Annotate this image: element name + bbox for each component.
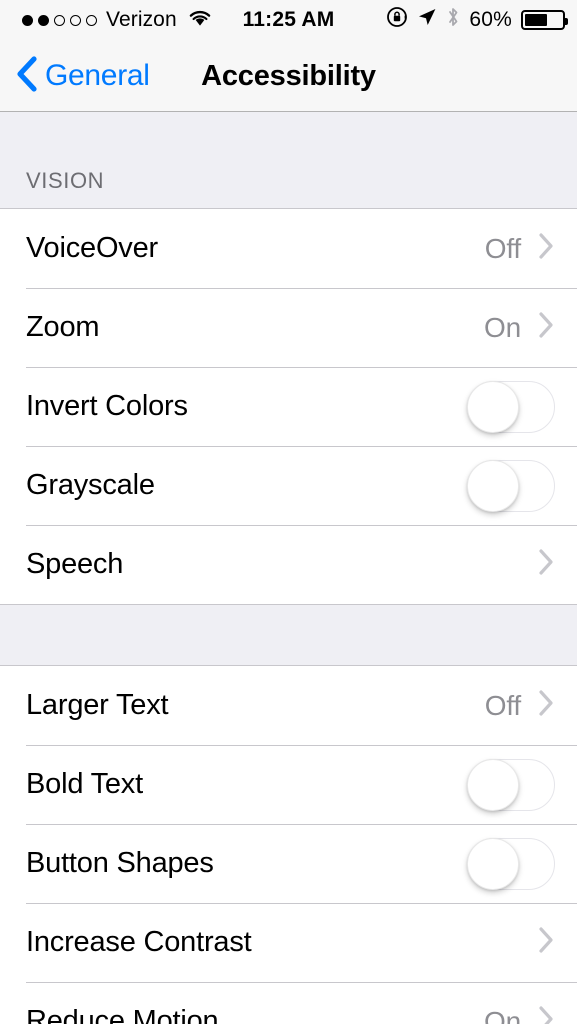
- signal-dot-5: [86, 14, 97, 26]
- row-invert-colors[interactable]: Invert Colors: [0, 367, 577, 446]
- row-accessory: On: [484, 1004, 555, 1024]
- row-value: On: [484, 1005, 521, 1024]
- row-accessory: [467, 758, 555, 811]
- carrier-label: Verizon: [106, 8, 177, 31]
- navigation-bar: General Accessibility: [0, 40, 577, 112]
- row-zoom[interactable]: Zoom On: [0, 288, 577, 367]
- chevron-right-icon: [537, 688, 555, 723]
- row-voiceover[interactable]: VoiceOver Off: [0, 209, 577, 288]
- accessibility-settings-screen: Verizon 11:25 AM 60% General Accessibili…: [0, 0, 577, 1024]
- row-accessory: [467, 459, 555, 512]
- section-group-vision: VoiceOver Off Zoom On Invert Colors Gray…: [0, 209, 577, 604]
- row-label: Speech: [26, 548, 124, 580]
- signal-dot-2: [38, 14, 49, 26]
- bluetooth-icon: [446, 6, 460, 34]
- row-larger-text[interactable]: Larger Text Off: [0, 666, 577, 745]
- row-accessory: [537, 547, 555, 582]
- row-label: Increase Contrast: [26, 926, 252, 958]
- row-reduce-motion[interactable]: Reduce Motion On: [0, 982, 577, 1024]
- settings-list[interactable]: VISION VoiceOver Off Zoom On Invert Colo…: [0, 113, 577, 1024]
- chevron-right-icon: [537, 925, 555, 960]
- row-label: Invert Colors: [26, 390, 188, 422]
- signal-dot-4: [70, 14, 81, 26]
- row-bold-text[interactable]: Bold Text: [0, 745, 577, 824]
- toggle-invert-colors[interactable]: [467, 380, 555, 433]
- row-label: Reduce Motion: [26, 1005, 219, 1024]
- clock-label: 11:25 AM: [242, 8, 335, 31]
- toggle-knob: [467, 459, 519, 512]
- row-label: Zoom: [26, 311, 100, 343]
- section-header-label: VISION: [26, 168, 105, 193]
- location-arrow-icon: [417, 7, 437, 33]
- row-label: Grayscale: [26, 469, 155, 501]
- battery-icon: [521, 10, 568, 30]
- row-accessory: [467, 380, 555, 433]
- battery-percent-label: 60%: [469, 8, 512, 31]
- row-accessory: Off: [485, 231, 555, 266]
- section-gap: [0, 604, 577, 666]
- signal-strength-dots: [22, 14, 97, 26]
- toggle-knob: [467, 380, 519, 433]
- row-accessory: On: [484, 310, 555, 345]
- row-button-shapes[interactable]: Button Shapes: [0, 824, 577, 903]
- signal-dot-3: [54, 14, 65, 26]
- row-value: Off: [484, 232, 521, 264]
- toggle-bold-text[interactable]: [467, 758, 555, 811]
- toggle-button-shapes[interactable]: [467, 837, 555, 890]
- chevron-right-icon: [537, 547, 555, 582]
- row-value: Off: [484, 689, 521, 721]
- section-header-vision: VISION: [0, 113, 577, 209]
- row-accessory: Off: [485, 688, 555, 723]
- chevron-right-icon: [537, 310, 555, 345]
- chevron-right-icon: [537, 231, 555, 266]
- row-value: On: [484, 311, 521, 343]
- row-label: Larger Text: [26, 689, 169, 721]
- row-accessory: [537, 925, 555, 960]
- toggle-grayscale[interactable]: [467, 459, 555, 512]
- status-bar: Verizon 11:25 AM 60%: [0, 0, 577, 40]
- row-speech[interactable]: Speech: [0, 525, 577, 604]
- status-bar-right: 60%: [386, 0, 568, 40]
- rotation-lock-icon: [386, 6, 408, 34]
- row-label: Button Shapes: [26, 847, 214, 879]
- toggle-knob: [467, 758, 519, 811]
- row-label: Bold Text: [26, 768, 143, 800]
- row-grayscale[interactable]: Grayscale: [0, 446, 577, 525]
- row-label: VoiceOver: [26, 232, 158, 264]
- page-title: Accessibility: [201, 59, 376, 92]
- section-group-text: Larger Text Off Bold Text Button Shapes …: [0, 666, 577, 1024]
- status-bar-left: Verizon: [22, 0, 213, 40]
- wifi-icon: [187, 8, 213, 33]
- signal-dot-1: [22, 14, 33, 26]
- toggle-knob: [467, 837, 519, 890]
- row-accessory: [467, 837, 555, 890]
- row-increase-contrast[interactable]: Increase Contrast: [0, 903, 577, 982]
- chevron-right-icon: [537, 1004, 555, 1024]
